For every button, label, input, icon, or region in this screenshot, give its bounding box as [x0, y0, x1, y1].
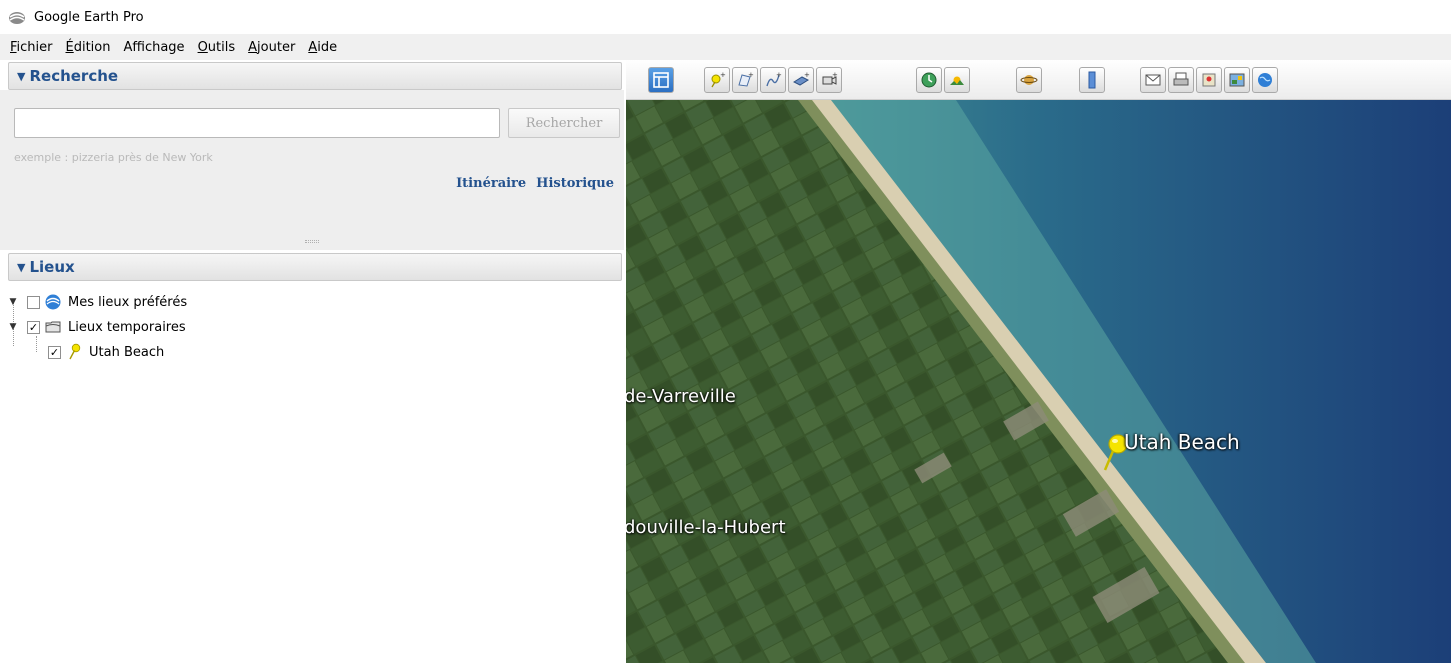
menu-aide[interactable]: Aide — [308, 40, 337, 55]
places-panel-header[interactable]: ▼ Lieux — [8, 253, 622, 281]
add-path-button[interactable]: + — [760, 67, 786, 93]
satellite-imagery — [626, 100, 1451, 663]
svg-text:+: + — [720, 71, 726, 79]
add-placemark-button[interactable]: + — [704, 67, 730, 93]
map-town-label: de-Varreville — [626, 386, 736, 407]
sunlight-icon — [950, 76, 964, 85]
menu-affichage[interactable]: Affichage — [123, 40, 184, 55]
earth-view-button[interactable] — [1252, 67, 1278, 93]
search-button[interactable]: Rechercher — [508, 108, 620, 138]
add-path-icon: + — [766, 71, 782, 87]
historical-imagery-button[interactable] — [916, 67, 942, 93]
add-polygon-button[interactable]: + — [732, 67, 758, 93]
svg-text:+: + — [804, 71, 810, 79]
menu-edition[interactable]: Édition — [66, 40, 111, 55]
tree-item-label: Mes lieux préférés — [68, 294, 188, 310]
pushpin-icon — [69, 343, 81, 360]
history-link[interactable]: Historique — [536, 176, 614, 191]
menu-ajouter[interactable]: Ajouter — [248, 40, 295, 55]
collapse-arrow-icon: ▼ — [17, 69, 26, 83]
sidebar-toggle-icon — [653, 72, 669, 88]
save-image-icon — [1229, 73, 1245, 87]
sidebar-toggle-button[interactable] — [648, 67, 674, 93]
add-polygon-icon: + — [738, 71, 754, 87]
sunlight-button[interactable] — [944, 67, 970, 93]
map-view-panel: + + + + + de-Varreville douville-la-Hube… — [626, 60, 1451, 663]
add-placemark-icon: + — [711, 71, 726, 88]
save-image-button[interactable] — [1224, 67, 1250, 93]
record-tour-icon: + — [822, 71, 838, 85]
earth-view-icon — [1258, 73, 1272, 87]
add-image-overlay-icon: + — [792, 71, 810, 86]
folder-icon — [45, 321, 61, 333]
search-hint: exemple : pizzeria près de New York — [14, 151, 213, 164]
historical-imagery-icon — [921, 72, 937, 88]
tree-expand-icon[interactable]: ▼ — [7, 322, 19, 332]
google-earth-icon — [9, 12, 25, 24]
places-tree: ▼ Mes lieux préférés ▼ ✓ Lieux temporair… — [0, 286, 624, 656]
menu-bar: Fichier Édition Affichage Outils Ajouter… — [0, 34, 1451, 60]
splitter-grip[interactable] — [305, 240, 319, 243]
tree-item-label: Lieux temporaires — [68, 319, 186, 335]
print-icon — [1173, 72, 1189, 86]
search-panel: Rechercher exemple : pizzeria près de Ne… — [0, 90, 624, 250]
search-links: Itinéraire Historique — [456, 176, 614, 191]
tree-item-lieux-temporaires[interactable]: ▼ ✓ Lieux temporaires — [7, 315, 186, 339]
search-panel-header[interactable]: ▼ Recherche — [8, 62, 622, 90]
tree-item-utah-beach[interactable]: ✓ Utah Beach — [48, 340, 164, 364]
tree-checkbox[interactable]: ✓ — [27, 320, 40, 334]
planets-button[interactable] — [1016, 67, 1042, 93]
print-button[interactable] — [1168, 67, 1194, 93]
earth-map-view[interactable]: de-Varreville douville-la-Hubert Utah Be… — [626, 100, 1451, 663]
tree-item-mes-lieux-preferes[interactable]: ▼ Mes lieux préférés — [7, 290, 187, 314]
tree-item-label: Utah Beach — [89, 344, 165, 360]
placemark-label[interactable]: Utah Beach — [1124, 430, 1240, 454]
search-panel-title: Recherche — [29, 67, 119, 85]
directions-link[interactable]: Itinéraire — [456, 176, 526, 191]
add-image-overlay-button[interactable]: + — [788, 67, 814, 93]
planets-icon — [1020, 75, 1038, 85]
tree-expand-icon[interactable]: ▼ — [7, 297, 19, 307]
svg-text:+: + — [776, 71, 782, 79]
menu-fichier[interactable]: Fichier — [10, 40, 53, 55]
email-button[interactable] — [1140, 67, 1166, 93]
ruler-icon — [1088, 71, 1096, 89]
google-maps-icon — [1202, 73, 1216, 87]
email-icon — [1145, 74, 1161, 86]
google-maps-button[interactable] — [1196, 67, 1222, 93]
svg-text:+: + — [748, 71, 754, 79]
menu-outils[interactable]: Outils — [198, 40, 236, 55]
tree-checkbox[interactable] — [27, 295, 40, 309]
collapse-arrow-icon: ▼ — [17, 260, 26, 274]
map-toolbar: + + + + + — [626, 60, 1451, 100]
earth-icon — [45, 294, 61, 310]
map-town-label: douville-la-Hubert — [626, 517, 786, 538]
places-panel-title: Lieux — [29, 258, 75, 276]
left-panel: ▼ Recherche Rechercher exemple : pizzeri… — [0, 60, 624, 663]
record-tour-button[interactable]: + — [816, 67, 842, 93]
tree-checkbox[interactable]: ✓ — [48, 345, 61, 359]
ruler-button[interactable] — [1079, 67, 1105, 93]
search-input[interactable] — [14, 108, 500, 138]
window-title: Google Earth Pro — [34, 9, 144, 25]
svg-text:+: + — [832, 71, 838, 79]
title-bar: Google Earth Pro — [0, 0, 1451, 34]
